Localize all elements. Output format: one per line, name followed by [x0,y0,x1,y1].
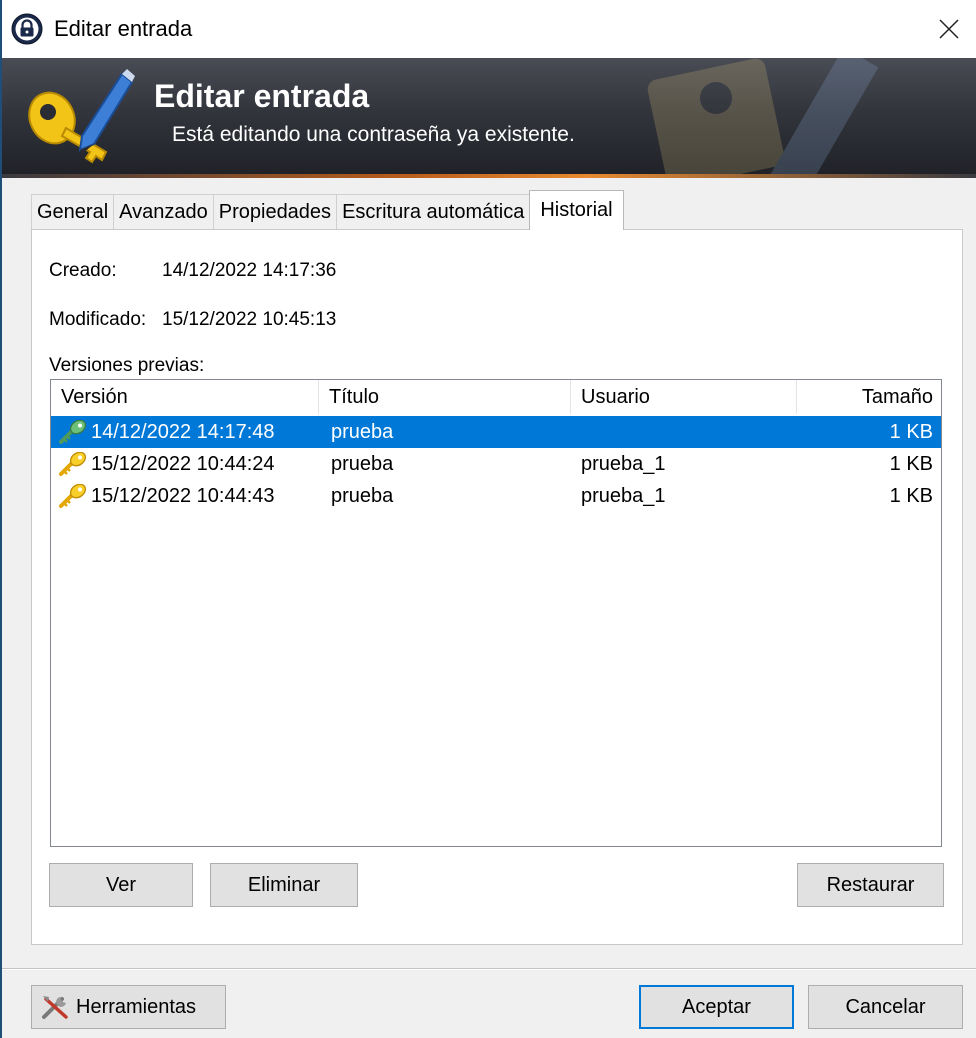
row-version: 15/12/2022 10:44:43 [91,484,275,507]
yellow-key-icon [59,452,87,476]
column-title[interactable]: Título [319,380,571,414]
table-row[interactable]: 15/12/2022 10:44:24 prueba prueba_1 1 KB [51,448,941,480]
window-title: Editar entrada [54,16,193,41]
banner-watermark-key-icon [647,58,879,174]
row-title: prueba [331,452,394,475]
restore-button[interactable]: Restaurar [797,863,944,907]
tab-advanced[interactable]: Avanzado [113,194,214,230]
tab-general[interactable]: General [31,194,115,230]
tab-auto-type[interactable]: Escritura automática [336,194,531,230]
row-user: prueba_1 [581,452,666,475]
keepass-lock-icon [11,13,43,45]
edit-key-icon [28,69,135,164]
column-size[interactable]: Tamaño [797,380,941,414]
table-row[interactable]: 15/12/2022 10:44:43 prueba prueba_1 1 KB [51,480,941,512]
row-size: 1 KB [889,484,933,507]
close-icon [939,19,959,39]
history-panel: Creado: 14/12/2022 14:17:36 Modificado: … [31,229,963,945]
row-version: 14/12/2022 14:17:48 [91,420,275,443]
ok-button[interactable]: Aceptar [639,985,794,1029]
tools-button[interactable]: Herramientas [31,985,226,1029]
previous-versions-label: Versiones previas: [49,355,205,376]
yellow-key-icon [59,484,87,508]
green-key-icon [59,420,87,444]
banner-subtitle: Está editando una contraseña ya existent… [172,123,575,146]
edit-entry-dialog: Editar entrada Editar entrada Está edita… [0,0,976,1038]
banner-title: Editar entrada [154,78,370,114]
tools-icon [42,996,68,1019]
row-title: prueba [331,420,394,443]
modified-label: Modificado: [49,309,147,330]
row-size: 1 KB [889,452,933,475]
row-size: 1 KB [889,420,933,443]
banner-accent-line [2,174,976,178]
list-header: Versión Título Usuario Tamaño [51,380,941,414]
header-banner: Editar entrada Está editando una contras… [2,58,976,174]
table-row[interactable]: 14/12/2022 14:17:48 prueba 1 KB [51,416,941,448]
column-version[interactable]: Versión [51,380,319,414]
created-label: Creado: [49,260,117,281]
column-user[interactable]: Usuario [571,380,797,414]
row-version: 15/12/2022 10:44:24 [91,452,275,475]
versions-list[interactable]: Versión Título Usuario Tamaño 14/12/2022… [50,379,942,847]
view-button[interactable]: Ver [49,863,193,907]
tab-properties[interactable]: Propiedades [212,194,338,230]
tab-history[interactable]: Historial [529,190,624,230]
row-user: prueba_1 [581,484,666,507]
modified-value: 15/12/2022 10:45:13 [162,309,337,330]
cancel-button[interactable]: Cancelar [808,985,963,1029]
tab-strip: General Avanzado Propiedades Escritura a… [31,190,624,230]
row-title: prueba [331,484,394,507]
title-bar: Editar entrada [2,0,976,58]
row-user [571,416,797,448]
delete-button[interactable]: Eliminar [210,863,358,907]
tools-label: Herramientas [76,995,197,1018]
created-value: 14/12/2022 14:17:36 [162,260,337,281]
footer-separator [2,968,976,970]
close-button[interactable] [926,6,972,52]
